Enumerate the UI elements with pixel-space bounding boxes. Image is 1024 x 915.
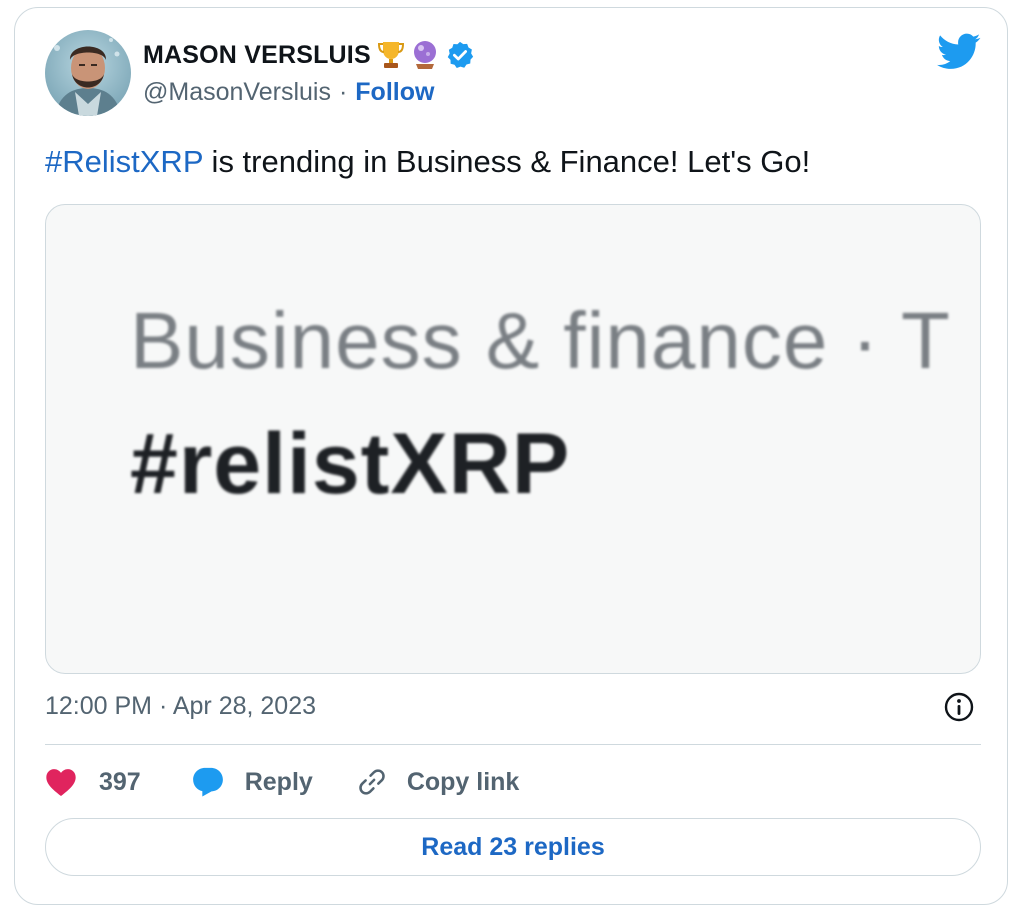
tweet-actions: 397 Reply Copy link xyxy=(45,760,519,804)
copy-link-label: Copy link xyxy=(406,767,520,796)
divider xyxy=(45,744,981,745)
author-name-row: MASON VERSLUIS xyxy=(143,38,475,72)
like-count: 397 xyxy=(99,767,141,796)
like-button[interactable]: 397 xyxy=(45,767,141,797)
reply-label: Reply xyxy=(244,767,313,796)
author-name[interactable]: MASON VERSLUIS xyxy=(143,41,371,70)
separator-dot: · xyxy=(338,78,348,106)
author-handle[interactable]: @MasonVersluis xyxy=(143,78,331,107)
info-icon[interactable] xyxy=(943,691,975,723)
follow-button[interactable]: Follow xyxy=(355,78,434,107)
tweet-timestamp[interactable]: 12:00 PM · Apr 28, 2023 xyxy=(45,692,316,721)
author-handle-row: @MasonVersluis · Follow xyxy=(143,78,434,107)
reply-button[interactable]: Reply xyxy=(191,766,313,798)
tweet-body: is trending in Business & Finance! Let's… xyxy=(202,144,811,179)
trophy-icon xyxy=(377,40,405,70)
media-category-text: Business & finance · T xyxy=(130,296,951,385)
copy-link-button[interactable]: Copy link xyxy=(355,765,520,799)
twitter-bird-icon[interactable] xyxy=(937,33,981,71)
link-icon xyxy=(359,769,385,795)
media-hashtag-text: #relistXRP xyxy=(130,416,571,512)
avatar[interactable] xyxy=(45,30,131,116)
reply-bubble-icon xyxy=(192,767,223,797)
tweet-text: #RelistXRP is trending in Business & Fin… xyxy=(45,144,810,180)
tweet-card: MASON VERSLUIS @MasonVersluis · Follow #… xyxy=(14,7,1008,905)
tweet-media-image[interactable]: Business & finance · T #relistXRP xyxy=(45,204,981,674)
read-replies-button[interactable]: Read 23 replies xyxy=(45,818,981,876)
heart-icon xyxy=(46,769,76,796)
hashtag-link[interactable]: #RelistXRP xyxy=(45,144,203,179)
verified-badge-icon xyxy=(445,40,475,70)
crystal-ball-icon xyxy=(411,40,439,70)
